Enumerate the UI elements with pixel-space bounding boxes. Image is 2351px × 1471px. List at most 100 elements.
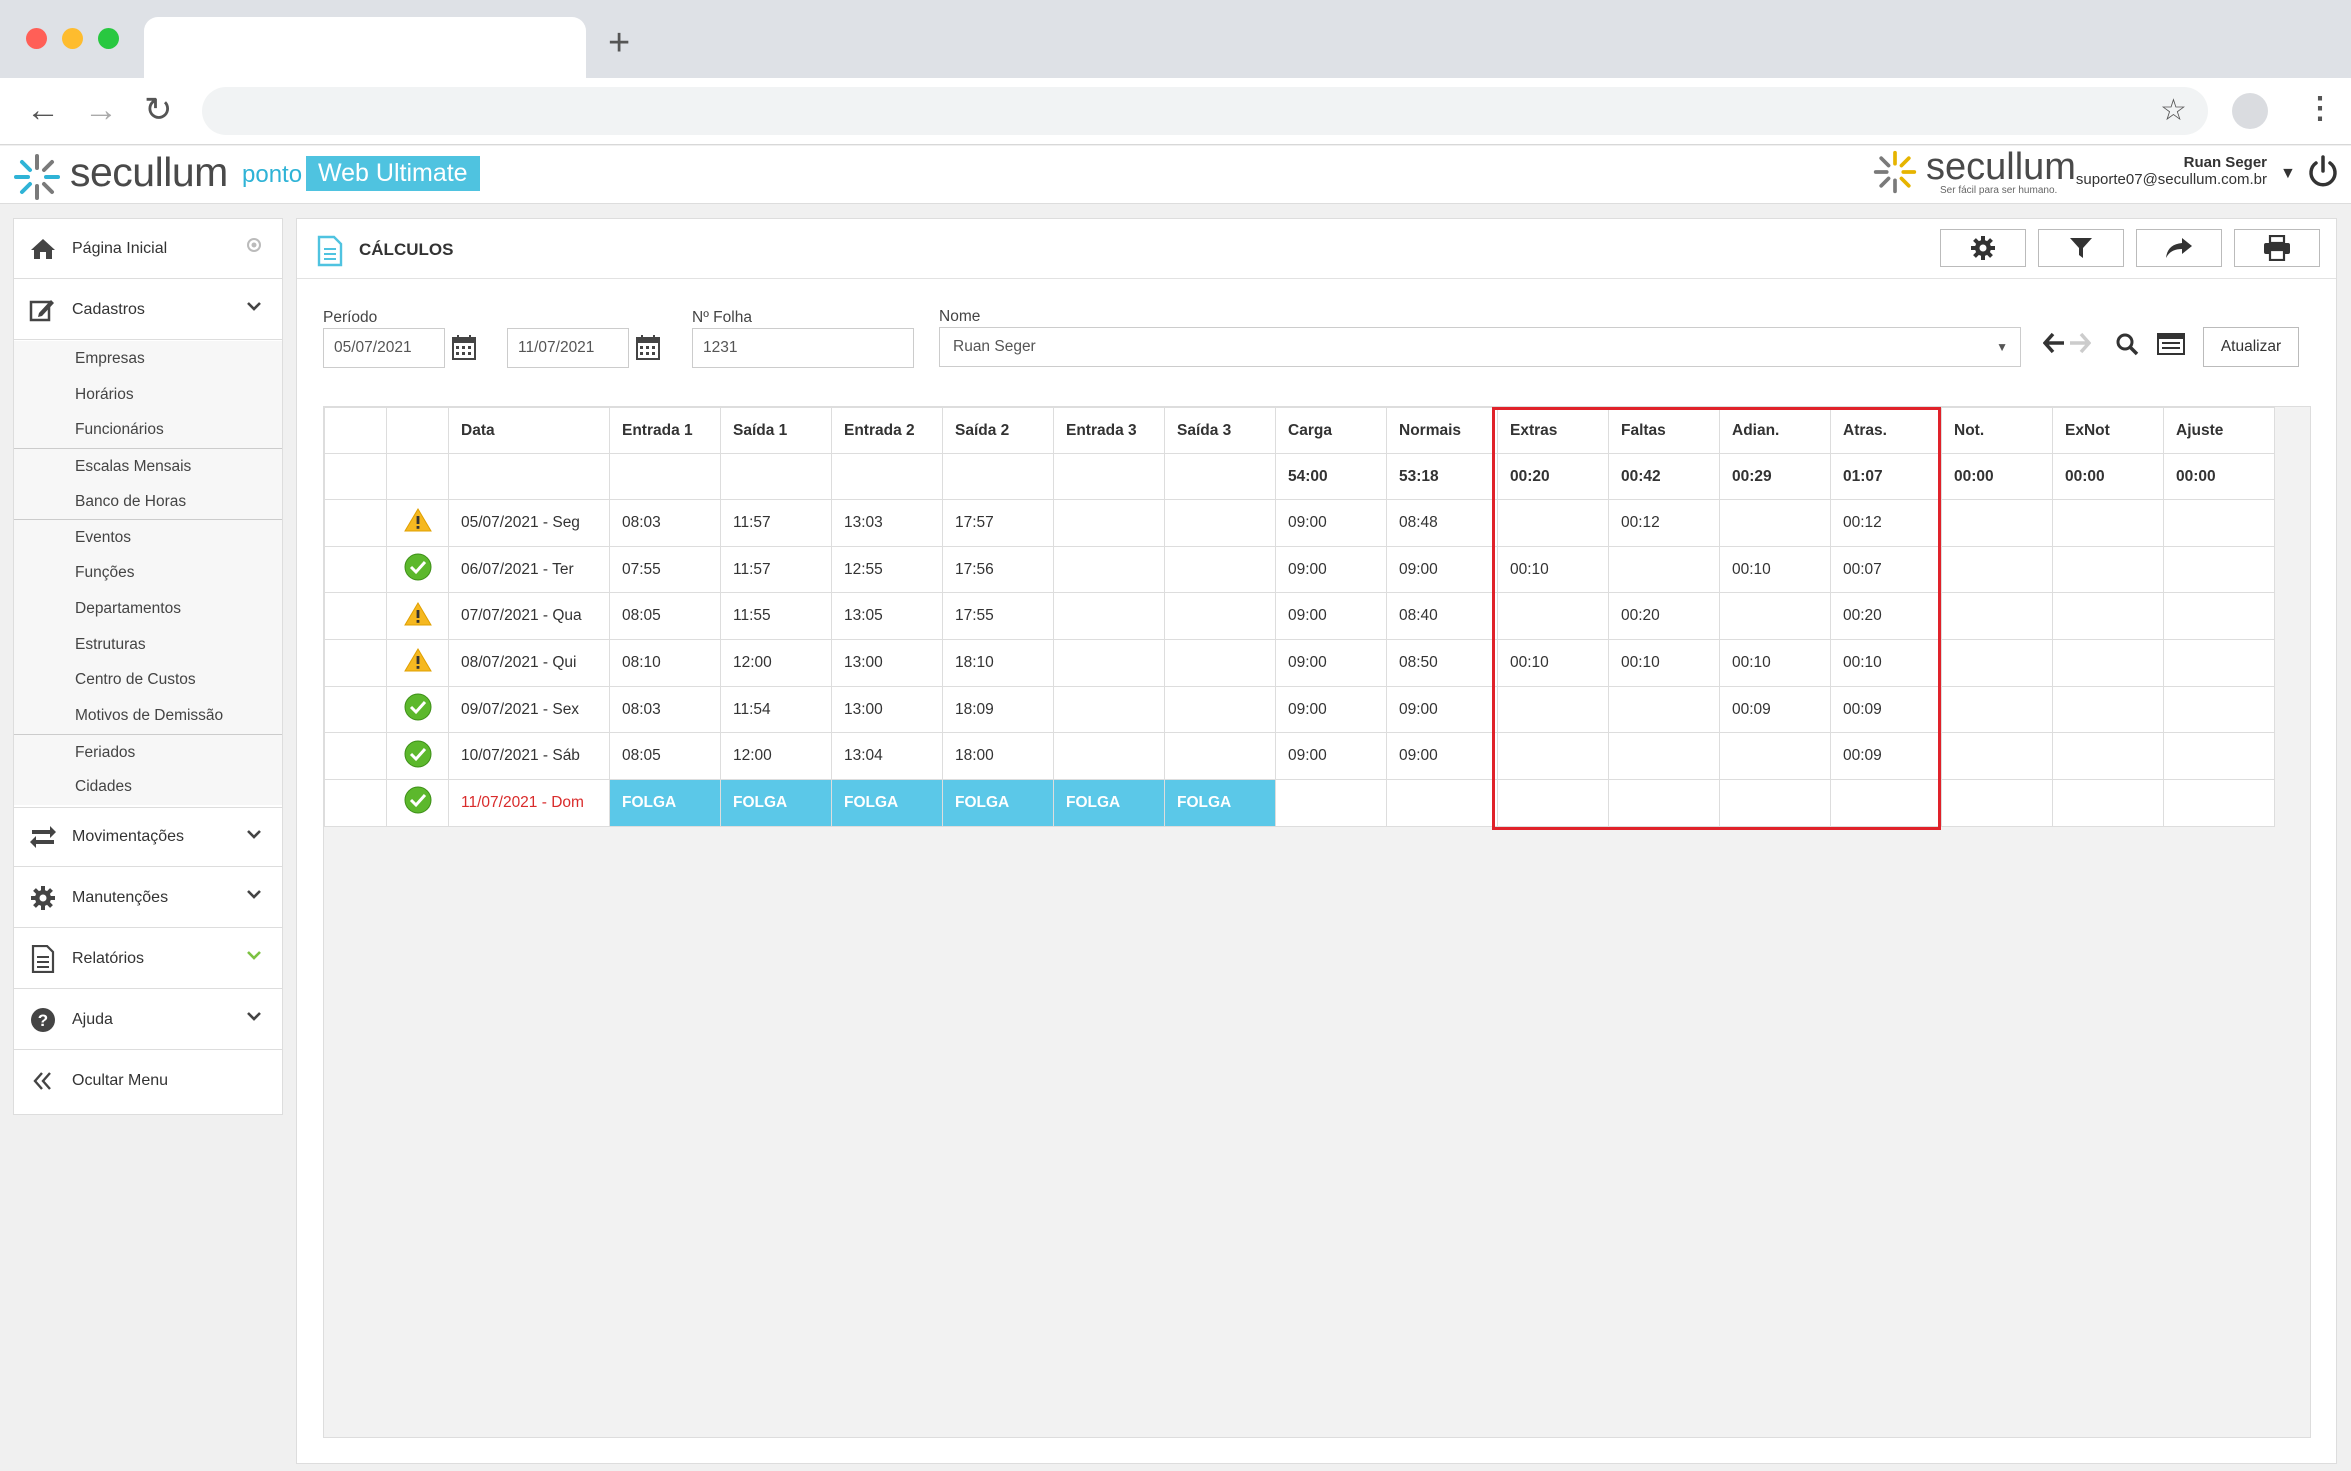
time-cell[interactable] — [1164, 639, 1276, 687]
time-cell[interactable] — [1275, 779, 1387, 827]
time-cell[interactable]: 17:55 — [942, 592, 1054, 641]
time-cell[interactable]: 00:09 — [1830, 732, 1942, 781]
time-cell[interactable]: 08:50 — [1386, 639, 1498, 687]
share-button[interactable] — [2136, 229, 2222, 267]
window-maximize-button[interactable] — [98, 28, 119, 49]
table-row[interactable]: 05/07/2021 - Seg 08:03 11:57 13:03 17:57 09:0… — [324, 499, 2275, 547]
time-cell[interactable]: 08:40 — [1386, 592, 1498, 641]
time-cell[interactable] — [1497, 685, 1609, 734]
time-cell[interactable] — [1164, 545, 1276, 594]
submenu-item-funcoes[interactable]: Funções — [14, 555, 282, 591]
time-cell[interactable]: 12:00 — [720, 732, 832, 781]
sidebar-item-movimentacoes[interactable]: Movimentações — [14, 807, 282, 867]
time-cell[interactable]: 18:00 — [942, 732, 1054, 781]
column-header[interactable] — [324, 407, 387, 454]
settings-button[interactable] — [1940, 229, 2026, 267]
column-header[interactable]: Ajuste — [2163, 407, 2275, 454]
check-ok-icon[interactable] — [386, 779, 449, 827]
column-header[interactable]: Saída 3 — [1164, 407, 1276, 454]
time-cell[interactable]: 09:00 — [1386, 685, 1498, 734]
column-header[interactable]: Entrada 2 — [831, 407, 943, 454]
profile-avatar[interactable] — [2232, 93, 2268, 129]
time-cell[interactable] — [1497, 592, 1609, 641]
table-row[interactable]: 06/07/2021 - Ter 07:55 11:57 12:55 17:56 09:0… — [324, 545, 2275, 594]
time-cell[interactable]: 18:10 — [942, 639, 1054, 687]
sidebar-item-cadastros[interactable]: Cadastros — [14, 280, 282, 340]
date-cell[interactable]: 06/07/2021 - Ter — [448, 545, 610, 594]
time-cell[interactable] — [1053, 639, 1165, 687]
time-cell[interactable] — [1053, 732, 1165, 781]
time-cell[interactable] — [2052, 639, 2164, 687]
calendar-icon[interactable] — [451, 333, 477, 361]
time-cell[interactable] — [1497, 732, 1609, 781]
name-select[interactable]: Ruan Seger ▼ — [939, 327, 2021, 367]
user-menu-caret-icon[interactable]: ▼ — [2280, 165, 2296, 183]
next-arrow-icon[interactable] — [2069, 331, 2091, 355]
eye-icon[interactable] — [246, 237, 262, 253]
submenu-item-eventos[interactable]: Eventos — [14, 519, 282, 555]
row-selector-cell[interactable] — [324, 545, 387, 594]
time-cell[interactable] — [2052, 685, 2164, 734]
column-header[interactable]: ExNot — [2052, 407, 2164, 454]
time-cell[interactable]: 13:05 — [831, 592, 943, 641]
sidebar-item-relatorios[interactable]: Relatórios — [14, 929, 282, 989]
warning-icon[interactable] — [386, 639, 449, 687]
date-cell[interactable]: 08/07/2021 - Qui — [448, 639, 610, 687]
time-cell[interactable]: 13:04 — [831, 732, 943, 781]
submenu-item-feriados[interactable]: Feriados — [14, 733, 282, 770]
row-selector-cell[interactable] — [324, 499, 387, 547]
bookmark-star-icon[interactable]: ☆ — [2160, 96, 2187, 126]
window-minimize-button[interactable] — [62, 28, 83, 49]
time-cell[interactable]: 09:00 — [1275, 499, 1387, 547]
time-cell[interactable] — [1053, 545, 1165, 594]
time-cell[interactable]: 00:10 — [1719, 639, 1831, 687]
date-cell[interactable]: 05/07/2021 - Seg — [448, 499, 610, 547]
time-cell[interactable]: FOLGA — [720, 779, 832, 827]
sidebar-item-ocultar-menu[interactable]: Ocultar Menu — [14, 1051, 282, 1111]
time-cell[interactable] — [1719, 592, 1831, 641]
time-cell[interactable]: FOLGA — [942, 779, 1054, 827]
column-header[interactable]: Entrada 3 — [1053, 407, 1165, 454]
folha-input[interactable]: 1231 — [692, 328, 914, 368]
time-cell[interactable]: 00:07 — [1830, 545, 1942, 594]
submenu-item-funcionarios[interactable]: Funcionários — [14, 412, 282, 448]
time-cell[interactable]: 11:57 — [720, 545, 832, 594]
time-cell[interactable] — [1053, 592, 1165, 641]
time-cell[interactable]: 00:20 — [1608, 592, 1720, 641]
time-cell[interactable]: 08:48 — [1386, 499, 1498, 547]
check-ok-icon[interactable] — [386, 545, 449, 594]
time-cell[interactable]: 09:00 — [1275, 545, 1387, 594]
time-cell[interactable]: 12:55 — [831, 545, 943, 594]
time-cell[interactable] — [1164, 592, 1276, 641]
row-selector-cell[interactable] — [324, 779, 387, 827]
time-cell[interactable] — [1719, 779, 1831, 827]
time-cell[interactable]: 11:55 — [720, 592, 832, 641]
column-header[interactable]: Not. — [1941, 407, 2053, 454]
user-email[interactable]: suporte07@secullum.com.br — [2076, 171, 2267, 188]
time-cell[interactable] — [2052, 732, 2164, 781]
column-header[interactable]: Entrada 1 — [609, 407, 721, 454]
sidebar-item-manutencoes[interactable]: Manutenções — [14, 868, 282, 928]
time-cell[interactable]: 11:54 — [720, 685, 832, 734]
column-header[interactable]: Carga — [1275, 407, 1387, 454]
time-cell[interactable] — [1608, 779, 1720, 827]
submenu-item-cidades[interactable]: Cidades — [14, 769, 282, 805]
time-cell[interactable] — [2163, 545, 2275, 594]
time-cell[interactable]: 08:10 — [609, 639, 721, 687]
date-cell[interactable]: 11/07/2021 - Dom — [448, 779, 610, 827]
time-cell[interactable]: 08:05 — [609, 592, 721, 641]
submenu-item-motivos-de-demissao[interactable]: Motivos de Demissão — [14, 698, 282, 734]
time-cell[interactable] — [1164, 499, 1276, 547]
update-button[interactable]: Atualizar — [2203, 327, 2299, 367]
calendar-icon[interactable] — [635, 333, 661, 361]
time-cell[interactable] — [1164, 685, 1276, 734]
time-cell[interactable] — [1608, 545, 1720, 594]
time-cell[interactable] — [2163, 779, 2275, 827]
time-cell[interactable] — [2163, 639, 2275, 687]
time-cell[interactable]: 09:00 — [1275, 732, 1387, 781]
power-icon[interactable] — [2305, 154, 2341, 190]
row-selector-cell[interactable] — [324, 639, 387, 687]
column-header[interactable]: Extras — [1497, 407, 1609, 454]
sidebar-item-ajuda[interactable]: ? Ajuda — [14, 990, 282, 1050]
column-header[interactable]: Data — [448, 407, 610, 454]
